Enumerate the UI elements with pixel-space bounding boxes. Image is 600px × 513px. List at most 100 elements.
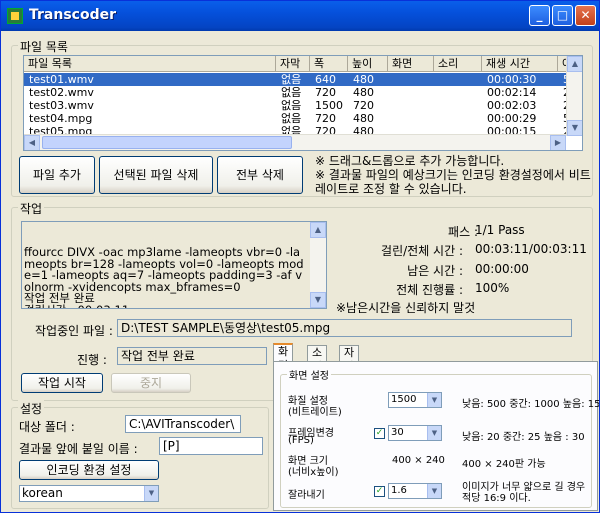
- tab-screen[interactable]: 화면: [273, 343, 294, 372]
- status-field: 작업 전부 완료: [117, 347, 267, 365]
- size-hint: 400 × 240판 가능: [462, 459, 546, 470]
- cell-sub: 없음: [281, 86, 302, 99]
- cell-w: 640: [315, 73, 336, 86]
- job-log[interactable]: ffourcc DIVX -oac mp3lame -lameopts vbr=…: [21, 221, 327, 309]
- fps-select[interactable]: 30 ▼: [388, 425, 442, 441]
- job-log-text: ffourcc DIVX -oac mp3lame -lameopts vbr=…: [24, 245, 304, 308]
- crop-label: 잘라내기: [288, 490, 325, 501]
- fps-checkbox[interactable]: ✓: [374, 428, 385, 439]
- col-height[interactable]: 높이: [348, 56, 388, 72]
- encoding-settings-button[interactable]: 인코딩 환경 설정: [19, 460, 159, 480]
- scroll-right-icon[interactable]: ▶: [550, 135, 566, 150]
- hscroll-thumb[interactable]: [42, 136, 292, 149]
- file-list-vscroll[interactable]: ▲ ▼: [566, 56, 582, 136]
- crop-select-value: 1.6: [391, 485, 407, 496]
- title-bar[interactable]: Transcoder _ □ ✕: [1, 1, 599, 31]
- filesize-note: ※ 결과물 파일의 예상크기는 인코딩 환경설정에서 비트레이트로 조정 할 수…: [315, 168, 591, 196]
- file-list-group-label: 파일 목록: [18, 38, 70, 55]
- remove-all-button[interactable]: 전부 삭제: [217, 156, 303, 194]
- chevron-down-icon[interactable]: ▼: [427, 393, 441, 407]
- elapsed-value: 00:03:11/00:03:11: [475, 242, 587, 256]
- cell-h: 720: [353, 99, 374, 112]
- prefix-label: 결과물 앞에 붙일 이름 :: [19, 442, 138, 456]
- file-list[interactable]: 파일 목록 자막 폭 높이 화면 소리 재생 시간 여 test01.wmv 없음…: [23, 55, 583, 151]
- file-list-header: 파일 목록 자막 폭 높이 화면 소리 재생 시간 여: [24, 56, 582, 72]
- drag-drop-note: ※ 드래그&드롭으로 추가 가능합니다.: [315, 154, 505, 168]
- settings-group-label: 설정: [18, 400, 45, 417]
- tab-sound[interactable]: 소리: [307, 345, 328, 373]
- col-filename[interactable]: 파일 목록: [24, 56, 276, 72]
- file-list-hscroll[interactable]: ◀ ▶: [24, 134, 566, 150]
- table-row[interactable]: test02.wmv없음72048000:02:142: [24, 86, 582, 99]
- cell-w: 720: [315, 86, 336, 99]
- add-file-button[interactable]: 파일 추가: [19, 156, 95, 194]
- bitrate-hint: 낮음: 500 중간: 1000 높음: 1500: [462, 399, 600, 410]
- job-log-vscroll[interactable]: ▲ ▼: [310, 222, 326, 308]
- scroll-up-icon[interactable]: ▲: [567, 56, 582, 72]
- cell-w: 720: [315, 112, 336, 125]
- chevron-down-icon[interactable]: ▼: [427, 484, 441, 498]
- pass-value: 1/1 Pass: [475, 223, 525, 237]
- log-scroll-up-icon[interactable]: ▲: [310, 222, 326, 238]
- col-subtitle[interactable]: 자막: [276, 56, 310, 72]
- crop-select[interactable]: 1.6 ▼: [388, 483, 442, 499]
- table-row[interactable]: test03.wmv없음150072000:02:032: [24, 99, 582, 112]
- col-width[interactable]: 폭: [310, 56, 348, 72]
- stop-job-button[interactable]: 중지: [111, 373, 191, 393]
- bitrate-select-value: 1500: [391, 394, 417, 405]
- prefix-input[interactable]: [P]: [159, 437, 263, 455]
- remaining-label: 남은 시간 :: [407, 264, 463, 278]
- bitrate-sublabel: (비트레이트): [288, 407, 342, 418]
- cell-name: test04.mpg: [29, 112, 93, 125]
- chevron-down-icon[interactable]: ▼: [427, 426, 441, 440]
- maximize-button[interactable]: □: [552, 5, 573, 26]
- cell-h: 480: [353, 86, 374, 99]
- cell-time: 00:02:03: [487, 99, 537, 112]
- current-file-field: D:\TEST SAMPLE\동영상\test05.mpg: [117, 319, 572, 337]
- file-list-rows: test01.wmv없음64048000:00:305test02.wmv없음7…: [24, 73, 582, 138]
- log-scroll-down-icon[interactable]: ▼: [310, 292, 326, 308]
- start-job-button[interactable]: 작업 시작: [21, 373, 103, 393]
- cell-sub: 없음: [281, 112, 302, 125]
- cell-name: test01.wmv: [29, 73, 94, 86]
- cell-sub: 없음: [281, 99, 302, 112]
- crop-hint: 이미지가 너무 얇으로 길 경우 적당 16:9 이다.: [462, 482, 586, 504]
- scroll-left-icon[interactable]: ◀: [24, 135, 40, 150]
- app-icon: [7, 8, 23, 24]
- cell-w: 1500: [315, 99, 343, 112]
- col-duration[interactable]: 재생 시간: [482, 56, 558, 72]
- cell-name: test03.wmv: [29, 99, 94, 112]
- bitrate-select[interactable]: 1500 ▼: [388, 392, 442, 408]
- close-button[interactable]: ✕: [575, 5, 596, 26]
- target-folder-label: 대상 폴더 :: [19, 420, 75, 434]
- table-row[interactable]: test04.mpg없음72048000:00:295: [24, 112, 582, 125]
- language-select[interactable]: korean ▼: [19, 485, 159, 502]
- elapsed-label: 걸린/전체 시간 :: [381, 244, 463, 258]
- progress-value: 100%: [475, 281, 510, 295]
- table-row[interactable]: test01.wmv없음64048000:00:305: [24, 73, 582, 86]
- scroll-down-icon[interactable]: ▼: [567, 120, 582, 136]
- remaining-value: 00:00:00: [475, 262, 529, 276]
- fps-select-value: 30: [391, 427, 404, 438]
- minimize-button[interactable]: _: [529, 5, 550, 26]
- col-screen[interactable]: 화면: [388, 56, 434, 72]
- tab-subtitle[interactable]: 자막: [339, 345, 360, 373]
- fps-hint: 낮음: 20 중간: 25 높음 : 30: [462, 432, 585, 443]
- cell-time: 00:00:30: [487, 73, 537, 86]
- cell-sub: 없음: [281, 73, 302, 86]
- cell-time: 00:02:14: [487, 86, 537, 99]
- remaining-time-note: ※남은시간을 신뢰하지 말것: [336, 301, 476, 315]
- status-label: 진행 :: [77, 353, 107, 367]
- chevron-down-icon[interactable]: ▼: [144, 486, 158, 501]
- cell-h: 480: [353, 73, 374, 86]
- fps-sublabel: (FPS): [288, 435, 314, 446]
- screen-tab-page: 화면 설정 화질 설정 (비트레이트) 1500 ▼ 낮음: 500 중간: 1…: [273, 361, 600, 511]
- progress-label: 전체 진행률 :: [396, 283, 463, 297]
- window-title: Transcoder: [29, 7, 117, 23]
- target-folder-input[interactable]: C:\AVITranscoder\: [125, 415, 241, 433]
- col-sound[interactable]: 소리: [434, 56, 482, 72]
- remove-selected-button[interactable]: 선택된 파일 삭제: [99, 156, 213, 194]
- cell-name: test02.wmv: [29, 86, 94, 99]
- cell-h: 480: [353, 112, 374, 125]
- crop-checkbox[interactable]: ✓: [374, 486, 385, 497]
